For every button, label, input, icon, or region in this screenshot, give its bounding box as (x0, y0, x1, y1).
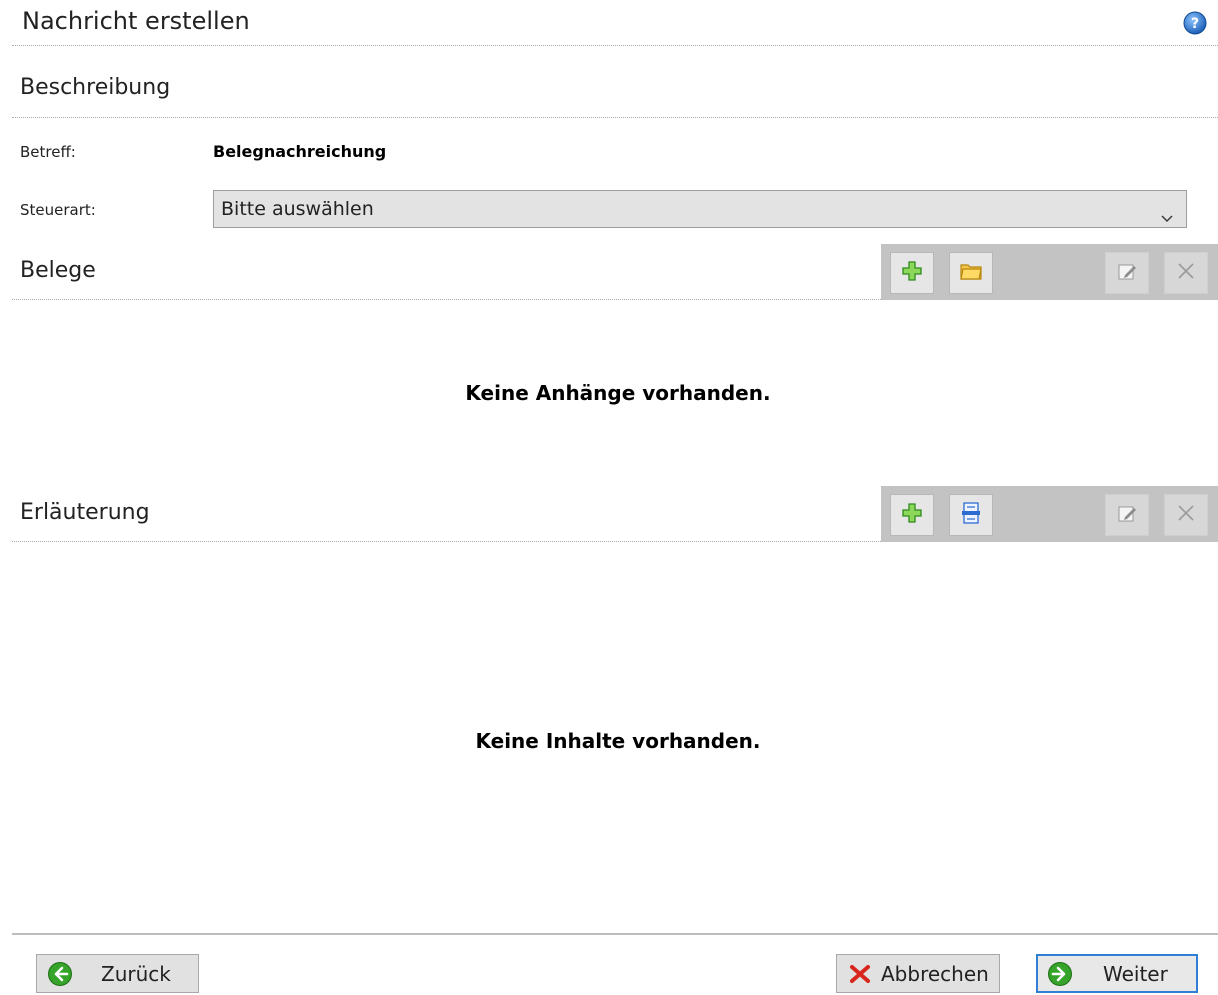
steuerart-selected-value: Bitte auswählen (221, 198, 374, 220)
open-folder-button[interactable] (949, 252, 993, 294)
next-button[interactable]: Weiter (1036, 954, 1198, 993)
svg-text:?: ? (1191, 16, 1199, 32)
section-title-belege: Belege (20, 258, 96, 283)
add-icon (901, 502, 923, 528)
belege-empty-message: Keine Anhänge vorhanden. (465, 381, 771, 405)
delete-icon (1175, 260, 1197, 286)
next-button-label: Weiter (1103, 961, 1168, 986)
delete-beleg-button[interactable] (1164, 252, 1208, 294)
betreff-label: Betreff: (20, 143, 76, 161)
steuerart-label: Steuerart: (20, 201, 96, 219)
section-divider (12, 299, 881, 300)
delete-icon (1175, 502, 1197, 528)
section-title-erlaeuterung: Erläuterung (20, 500, 150, 525)
edit-beleg-button[interactable] (1105, 252, 1149, 294)
chevron-down-icon (1160, 202, 1174, 222)
steuerart-select[interactable]: Bitte auswählen (213, 190, 1187, 228)
section-title-beschreibung: Beschreibung (20, 75, 171, 100)
back-button[interactable]: Zurück (36, 954, 199, 993)
cancel-x-icon (847, 961, 873, 987)
erlaeuterung-toolbar (881, 486, 1218, 542)
cancel-button[interactable]: Abbrechen (836, 954, 1000, 993)
back-button-label: Zurück (101, 961, 171, 986)
scan-document-button[interactable] (949, 494, 993, 536)
footer-divider (12, 933, 1218, 935)
cancel-button-label: Abbrechen (881, 961, 989, 986)
edit-icon (1116, 260, 1138, 286)
folder-icon (959, 260, 983, 286)
page-title: Nachricht erstellen (22, 7, 250, 35)
title-divider (12, 45, 1218, 46)
betreff-value: Belegnachreichung (213, 142, 387, 161)
section-divider (12, 117, 1218, 118)
belege-toolbar (881, 244, 1218, 300)
help-icon[interactable]: ? (1183, 11, 1207, 35)
edit-icon (1116, 502, 1138, 528)
delete-erlaeuterung-button[interactable] (1164, 494, 1208, 536)
scan-document-icon (960, 501, 982, 529)
edit-erlaeuterung-button[interactable] (1105, 494, 1149, 536)
arrow-left-icon (47, 961, 73, 987)
add-beleg-button[interactable] (890, 252, 934, 294)
arrow-right-icon (1047, 961, 1073, 987)
add-erlaeuterung-button[interactable] (890, 494, 934, 536)
add-icon (901, 260, 923, 286)
erlaeuterung-empty-message: Keine Inhalte vorhanden. (475, 729, 761, 753)
section-divider (12, 541, 881, 542)
